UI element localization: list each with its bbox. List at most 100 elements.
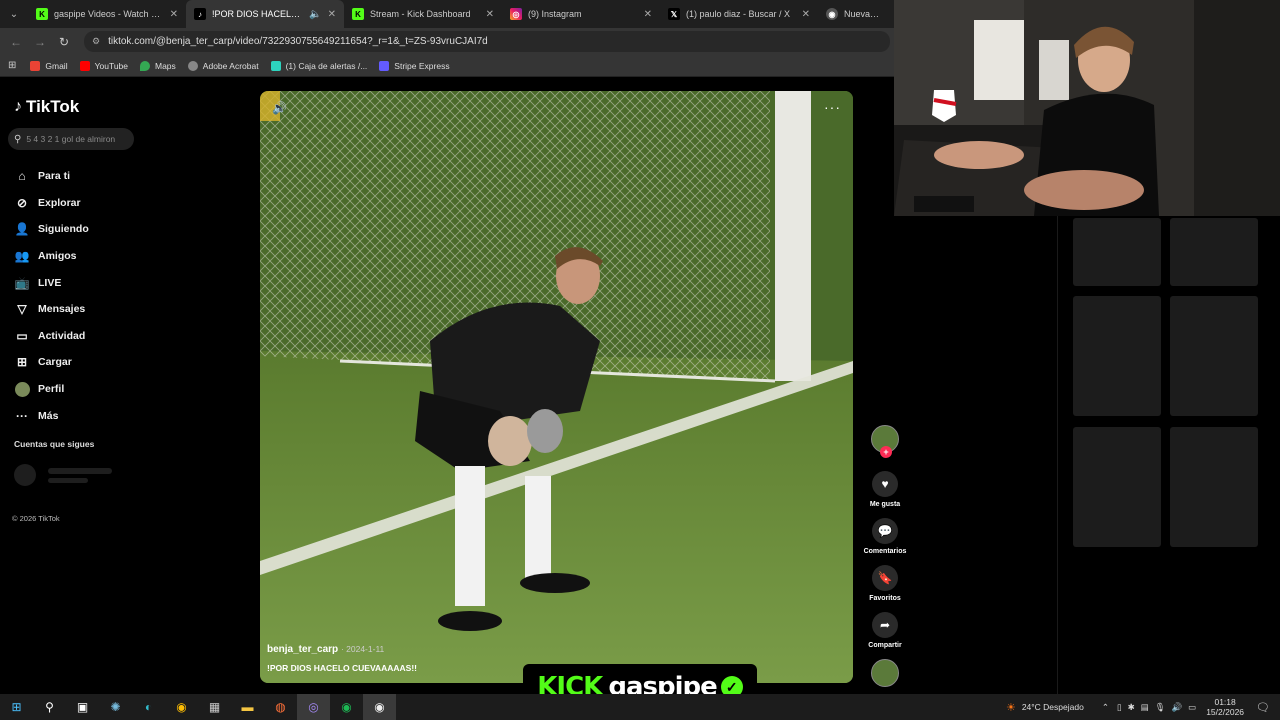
nav-item-siguiendo[interactable]: 👤 Siguiendo <box>14 216 144 243</box>
bookmark-maps[interactable]: Maps <box>140 60 176 71</box>
kick-icon: K <box>352 8 364 20</box>
close-icon[interactable]: ✕ <box>328 9 336 20</box>
nav-item-para-ti[interactable]: ⌂ Para ti <box>14 163 144 190</box>
action-label: Compartir <box>868 642 902 649</box>
display-icon[interactable]: ▭ <box>1188 702 1196 713</box>
bookmark-youtube[interactable]: YouTube <box>79 60 128 71</box>
gmail-icon <box>30 60 41 71</box>
tab-title: (9) Instagram <box>528 9 582 19</box>
nav-item-actividad[interactable]: ▭ Actividad <box>14 323 144 350</box>
bookmark-alerts[interactable]: (1) Caja de alertas /... <box>270 60 367 71</box>
nav-label: Más <box>38 409 59 422</box>
nav-item-live[interactable]: 📺 LIVE <box>14 269 144 296</box>
tab-title: Stream - Kick Dashboard <box>370 9 471 19</box>
browser-tab[interactable]: K Stream - Kick Dashboard ✕ <box>344 0 502 28</box>
browser-tab[interactable]: K gaspipe Videos - Watch On-De ✕ <box>28 0 186 28</box>
usb-icon[interactable]: ▯ <box>1117 702 1122 713</box>
tab-search-icon[interactable]: ⌄ <box>0 0 28 28</box>
browser-tab[interactable]: ◉ Nueva pestaña <box>818 0 888 28</box>
like-button[interactable]: ♥ Me gusta <box>862 471 908 508</box>
tab-title: Nueva pestaña <box>844 9 880 19</box>
notifications-icon[interactable]: 🗨 <box>1256 701 1270 714</box>
sound-disc-avatar[interactable] <box>871 659 899 687</box>
related-thumb[interactable] <box>1170 296 1258 416</box>
nav-item-cargar[interactable]: ⊞ Cargar <box>14 349 144 376</box>
close-icon[interactable]: ✕ <box>644 9 652 20</box>
spotify-icon[interactable]: ◉ <box>330 694 363 720</box>
heart-icon: ♥ <box>872 471 898 497</box>
search-icon[interactable]: ⚲ <box>33 694 66 720</box>
favorites-button[interactable]: 🔖 Favoritos <box>862 565 908 602</box>
forward-icon[interactable]: → <box>28 35 52 49</box>
url-field[interactable]: ⚙ tiktok.com/@benja_ter_carp/video/73229… <box>84 31 890 52</box>
video-player[interactable]: 🔊 ··· benja_ter_carp · 2024-1-11 !POR DI… <box>260 91 853 683</box>
site-info-icon[interactable]: ⚙ <box>92 36 100 47</box>
search-input[interactable]: ⚲ 5 4 3 2 1 gol de almiron <box>8 128 134 150</box>
follow-plus-icon[interactable]: + <box>880 446 892 458</box>
bookmark-stripe[interactable]: Stripe Express <box>379 60 450 71</box>
related-thumb[interactable] <box>1170 218 1258 286</box>
back-icon[interactable]: ← <box>4 35 28 49</box>
close-icon[interactable]: ✕ <box>486 9 494 20</box>
copilot-icon[interactable]: ✺ <box>99 694 132 720</box>
obs-icon[interactable]: ◎ <box>297 694 330 720</box>
firefox-icon[interactable]: ◍ <box>264 694 297 720</box>
nav-item-explorar[interactable]: ⊘ Explorar <box>14 190 144 217</box>
volume-icon[interactable]: 🔊 <box>1172 702 1183 713</box>
chrome-icon: ◉ <box>826 8 838 20</box>
weather-text[interactable]: 24°C Despejado <box>1022 702 1084 712</box>
close-icon[interactable]: ✕ <box>802 9 810 20</box>
clock-date: 15/2/2026 <box>1206 707 1245 717</box>
bookmark-label: YouTube <box>94 60 128 71</box>
close-icon[interactable]: ✕ <box>170 9 178 20</box>
related-thumb[interactable] <box>1073 296 1161 416</box>
related-thumb[interactable] <box>1073 427 1161 547</box>
comments-button[interactable]: 💬 Comentarios <box>862 518 908 555</box>
store-icon[interactable]: ▦ <box>198 694 231 720</box>
tab-title: !POR DIOS HACELO CUEVA <box>212 9 305 19</box>
author-avatar[interactable]: + <box>871 425 899 458</box>
microphone-icon[interactable]: 🎙 <box>1155 702 1166 713</box>
tiktok-logo[interactable]: ♪ TikTok <box>14 97 79 117</box>
bookmark-acrobat[interactable]: Adobe Acrobat <box>187 60 259 71</box>
browser-tab[interactable]: ◎ (9) Instagram ✕ <box>502 0 660 28</box>
clock[interactable]: 01:18 15/2/2026 <box>1206 697 1244 717</box>
file-explorer-icon[interactable]: ▬ <box>231 694 264 720</box>
network-icon[interactable]: ▤ <box>1141 702 1149 713</box>
nav-item-mas[interactable]: ··· Más <box>14 402 144 429</box>
reload-icon[interactable]: ↻ <box>52 35 76 49</box>
share-button[interactable]: ➦ Compartir <box>862 612 908 649</box>
recording-app-icon[interactable]: ◉ <box>363 694 396 720</box>
browser-tab-active[interactable]: ♪ !POR DIOS HACELO CUEVA 🔈 ✕ <box>186 0 344 28</box>
url-text: tiktok.com/@benja_ter_carp/video/7322930… <box>108 36 488 47</box>
related-thumb[interactable] <box>1073 218 1161 286</box>
speaker-icon[interactable]: 🔈 <box>309 9 321 20</box>
nav-item-perfil[interactable]: Perfil <box>14 376 144 403</box>
windows-start-icon[interactable]: ⊞ <box>0 694 33 720</box>
chrome-icon[interactable]: ◉ <box>165 694 198 720</box>
bookmark-label: Maps <box>155 60 176 71</box>
logo-text: TikTok <box>26 97 80 116</box>
chevron-up-icon[interactable]: ⌃ <box>1102 702 1109 713</box>
x-icon: 𝕏 <box>668 8 680 20</box>
search-placeholder: 5 4 3 2 1 gol de almiron <box>26 134 116 144</box>
more-options-icon[interactable]: ··· <box>824 99 841 115</box>
clock-time: 01:18 <box>1214 697 1236 707</box>
bookmark-gmail[interactable]: Gmail <box>30 60 68 71</box>
nav-label: LIVE <box>38 276 62 289</box>
following-heading: Cuentas que sigues <box>14 439 95 449</box>
browser-tab[interactable]: 𝕏 (1) paulo diaz - Buscar / X ✕ <box>660 0 818 28</box>
nav-item-mensajes[interactable]: ▽ Mensajes <box>14 296 144 323</box>
search-icon: ⚲ <box>14 133 22 145</box>
nav-item-amigos[interactable]: 👥 Amigos <box>14 243 144 270</box>
video-author[interactable]: benja_ter_carp · 2024-1-11 <box>267 644 384 655</box>
bluetooth-icon[interactable]: ✱ <box>1128 702 1135 713</box>
bookmark-icon: 🔖 <box>872 565 898 591</box>
apps-icon[interactable]: ⊞ <box>8 60 16 71</box>
related-thumb[interactable] <box>1170 427 1258 547</box>
video-date: 2024-1-11 <box>346 644 385 654</box>
edge-icon[interactable]: ◐ <box>132 694 165 720</box>
volume-icon[interactable]: 🔊 <box>272 101 287 115</box>
nav-label: Cargar <box>38 356 72 369</box>
task-view-icon[interactable]: ▣ <box>66 694 99 720</box>
